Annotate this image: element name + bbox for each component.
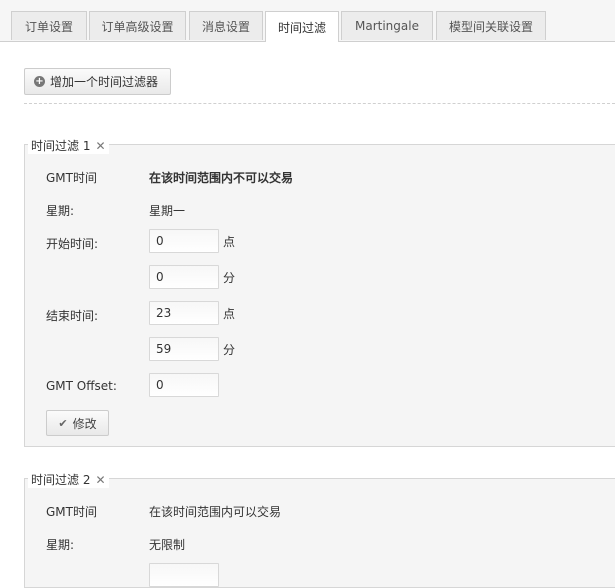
edit-button[interactable]: ✔ 修改	[46, 410, 109, 436]
weekday-value: 星期一	[149, 204, 186, 218]
gmt-offset-label: GMT Offset:	[46, 379, 117, 393]
gmt-label: GMT时间	[46, 171, 97, 185]
tab-time-filter[interactable]: 时间过滤	[265, 11, 339, 42]
gmt-value: 在该时间范围内可以交易	[149, 505, 282, 519]
tab-order-settings[interactable]: 订单设置	[11, 11, 87, 40]
end-minute-input[interactable]	[149, 337, 219, 361]
weekday-label: 星期:	[46, 204, 75, 218]
add-time-filter-button[interactable]: + 增加一个时间过滤器	[24, 68, 171, 95]
group-legend: 时间过滤 1 ✕	[28, 137, 109, 154]
edit-button-label: 修改	[72, 416, 97, 431]
time-filter-group-2: 时间过滤 2 ✕ GMT时间 在该时间范围内可以交易 星期: 无限制	[24, 471, 615, 588]
tab-martingale[interactable]: Martingale	[341, 11, 433, 40]
gmt-value: 在该时间范围内不可以交易	[149, 171, 294, 185]
hour-unit: 点	[223, 307, 236, 321]
group-legend: 时间过滤 2 ✕	[28, 471, 109, 488]
tab-order-advanced-settings[interactable]: 订单高级设置	[89, 11, 186, 40]
tab-bar: 订单设置 订单高级设置 消息设置 时间过滤 Martingale 模型间关联设置	[0, 0, 615, 42]
add-time-filter-label: 增加一个时间过滤器	[50, 75, 159, 89]
group-title: 时间过滤 1	[31, 139, 91, 153]
end-hour-input[interactable]	[149, 301, 219, 325]
start-hour-input[interactable]	[149, 229, 219, 253]
start-time-label: 开始时间:	[46, 237, 99, 251]
tab-model-link-settings[interactable]: 模型间关联设置	[436, 11, 546, 40]
minute-unit: 分	[223, 343, 236, 357]
group-title: 时间过滤 2	[31, 473, 91, 487]
time-filter-group-1: 时间过滤 1 ✕ GMT时间 在该时间范围内不可以交易 星期: 星期一 开始时间…	[24, 137, 615, 447]
close-icon[interactable]: ✕	[95, 473, 105, 487]
hour-unit: 点	[223, 235, 236, 249]
weekday-label: 星期:	[46, 538, 75, 552]
gmt-offset-input[interactable]	[149, 373, 219, 397]
plus-circle-icon: +	[34, 76, 45, 87]
start-hour-input[interactable]	[149, 563, 219, 587]
tab-message-settings[interactable]: 消息设置	[189, 11, 263, 40]
minute-unit: 分	[223, 271, 236, 285]
close-icon[interactable]: ✕	[95, 139, 105, 153]
end-time-label: 结束时间:	[46, 309, 99, 323]
weekday-value: 无限制	[149, 538, 186, 552]
start-minute-input[interactable]	[149, 265, 219, 289]
divider	[24, 103, 615, 104]
gmt-label: GMT时间	[46, 505, 97, 519]
checkmark-icon: ✔	[58, 416, 68, 430]
